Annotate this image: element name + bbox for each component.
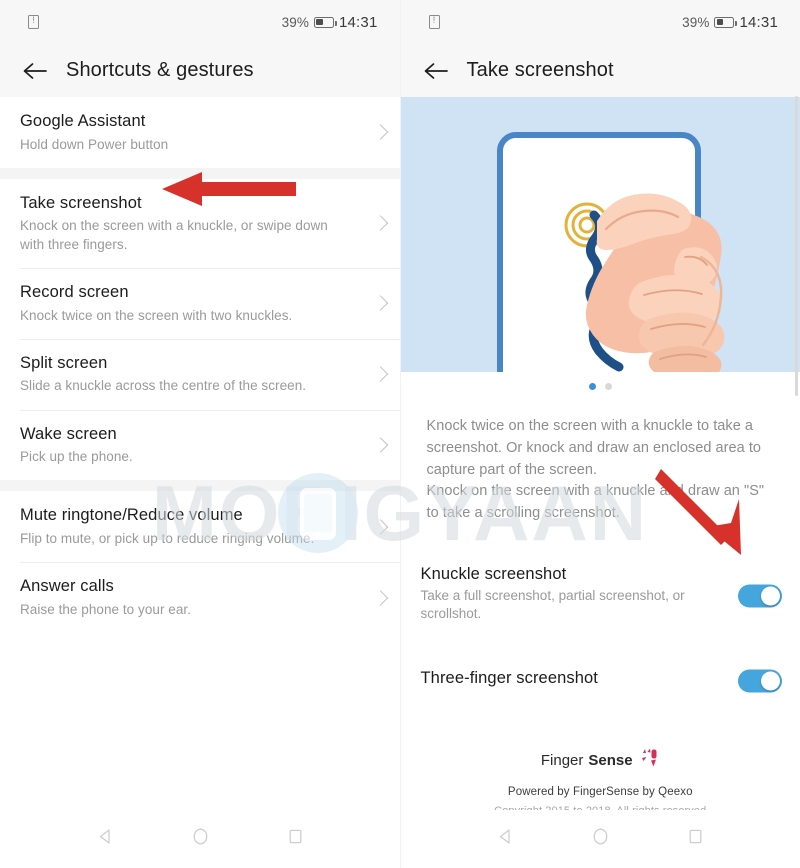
powered-by-label: Powered by FingerSense by Qeexo	[507, 786, 693, 799]
list-item-subtitle: Pick up the phone.	[20, 449, 133, 465]
scrollbar[interactable]	[795, 96, 798, 396]
status-bar-right: 39% 14:31	[400, 0, 800, 44]
sim-alert-icon	[28, 13, 39, 29]
page-title: Shortcuts & gestures	[66, 59, 254, 81]
list-item-title: Answer calls	[20, 577, 114, 596]
status-bar-left-icons	[401, 13, 440, 29]
list-item[interactable]: Mute ringtone/Reduce volume Flip to mute…	[0, 491, 400, 563]
fingersense-logo-part2: Sense	[588, 751, 633, 769]
list-group: Google Assistant Hold down Power button	[0, 97, 400, 168]
nav-bar-right	[400, 810, 800, 868]
status-bar-right-icons: 39% 14:31	[682, 0, 778, 44]
three-finger-screenshot-row[interactable]: Three-finger screenshot	[401, 659, 800, 702]
nav-back-triangle-icon[interactable]	[97, 828, 114, 850]
list-item-title: Mute ringtone/Reduce volume	[20, 506, 243, 525]
list-item-subtitle: Hold down Power button	[20, 136, 169, 152]
list-item-title: Split screen	[20, 353, 108, 372]
nav-recents-square-icon[interactable]	[287, 828, 304, 850]
pager-dots	[400, 372, 800, 400]
list-item-subtitle: Flip to mute, or pick up to reduce ringi…	[20, 531, 315, 547]
list-item-subtitle: Knock twice on the screen with two knuck…	[20, 307, 293, 323]
chevron-right-icon	[372, 124, 388, 141]
status-bar-right-icons: 39% 14:31	[282, 0, 378, 44]
nav-recents-square-icon[interactable]	[687, 828, 704, 850]
chevron-right-icon	[372, 366, 388, 382]
sim-alert-icon	[428, 13, 440, 29]
list-group: Take screenshot Knock on the screen with…	[0, 178, 400, 481]
battery-icon	[313, 16, 337, 28]
list-item-title: Google Assistant	[20, 112, 146, 130]
setting-title: Knuckle screenshot	[420, 564, 567, 583]
back-arrow-icon[interactable]	[419, 54, 453, 88]
battery-icon	[714, 16, 738, 28]
three-finger-screenshot-toggle[interactable]	[738, 669, 782, 693]
list-item[interactable]: Wake screen Pick up the phone.	[0, 409, 400, 481]
knuckle-knock-on-phone-illustration	[400, 97, 800, 372]
chevron-right-icon	[372, 437, 388, 453]
left-phone-screen: 39% 14:31 Shortcuts & gestures Google As…	[0, 0, 401, 868]
list-item-title: Record screen	[20, 282, 129, 301]
setting-subtitle: Take a full screenshot, partial screensh…	[420, 587, 685, 621]
back-arrow-icon[interactable]	[18, 54, 52, 88]
list-item-title: Wake screen	[20, 424, 117, 443]
status-bar-left-icons	[0, 13, 39, 29]
list-item[interactable]: Take screenshot Knock on the screen with…	[0, 178, 400, 268]
list-item-subtitle: Slide a knuckle across the centre of the…	[20, 378, 307, 394]
pager-dot-active[interactable]	[588, 382, 596, 390]
app-bar-right: Take screenshot	[400, 44, 800, 97]
clock-label: 14:31	[739, 13, 778, 31]
list-item-title: Take screenshot	[20, 193, 142, 212]
list-item-subtitle: Raise the phone to your ear.	[20, 601, 192, 617]
chevron-right-icon	[372, 519, 388, 535]
app-bar-left: Shortcuts & gestures	[0, 44, 400, 97]
battery-percent-label: 39%	[281, 14, 309, 30]
list-group: Mute ringtone/Reduce volume Flip to mute…	[0, 491, 400, 634]
status-bar-left: 39% 14:31	[0, 0, 400, 44]
dual-screenshot-container: 39% 14:31 Shortcuts & gestures Google As…	[0, 0, 800, 868]
knuckle-screenshot-row[interactable]: Knuckle screenshot Take a full screensho…	[401, 555, 800, 637]
nav-home-circle-icon[interactable]	[592, 827, 609, 851]
fingersense-logo-icon	[638, 748, 660, 772]
right-phone-screen: 39% 14:31 Take screenshot	[400, 0, 800, 868]
pager-dot[interactable]	[604, 382, 612, 390]
nav-back-triangle-icon[interactable]	[497, 828, 514, 850]
group-separator	[0, 480, 400, 492]
list-item[interactable]: Google Assistant Hold down Power button	[0, 97, 400, 168]
fingersense-logo: Finger Sense	[541, 748, 660, 772]
knuckle-screenshot-toggle[interactable]	[738, 584, 782, 608]
clock-label: 14:31	[338, 13, 378, 31]
list-item-subtitle: Knock on the screen with a knuckle, or s…	[20, 218, 328, 252]
chevron-right-icon	[372, 589, 388, 606]
shortcuts-list: Google Assistant Hold down Power button …	[0, 97, 400, 634]
description-paragraph-1: Knock twice on the screen with a knuckle…	[426, 418, 762, 478]
battery-percent-label: 39%	[682, 14, 710, 30]
description-paragraph-2: Knock on the screen with a knuckle and d…	[426, 483, 765, 521]
footer-brand: Finger Sense Powered by FingerSense by Qe…	[401, 748, 800, 817]
list-item[interactable]: Split screen Slide a knuckle across the …	[0, 338, 400, 410]
group-separator	[0, 167, 400, 179]
fingersense-logo-part1: Finger	[540, 751, 584, 769]
setting-title: Three-finger screenshot	[420, 669, 598, 688]
nav-home-circle-icon[interactable]	[192, 827, 209, 851]
nav-bar-left	[0, 810, 400, 868]
list-item[interactable]: Record screen Knock twice on the screen …	[0, 267, 400, 339]
chevron-right-icon	[372, 215, 388, 232]
page-title: Take screenshot	[466, 59, 614, 81]
description-block: Knock twice on the screen with a knuckle…	[401, 400, 800, 531]
list-item[interactable]: Answer calls Raise the phone to your ear…	[0, 562, 400, 634]
chevron-right-icon	[372, 295, 388, 312]
